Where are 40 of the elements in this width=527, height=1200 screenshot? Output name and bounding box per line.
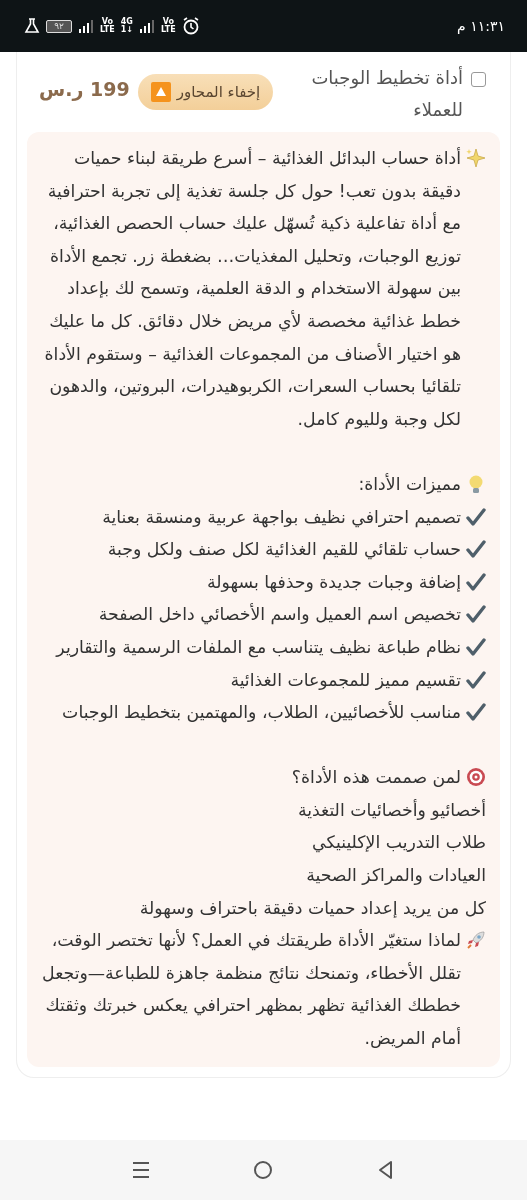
closing-paragraph: لماذا ستغيّر الأداة طريقتك في العمل؟ لأنها تختصر الوقت، تقلل الأخطاء، وتمنحك نتائج منظمة جاهزة للطباعة—وتجعل خططك الغذائية تظهر بمظهر احترافي يعكس خبرتك وثقتك أمام المريض. xyxy=(41,928,461,1051)
check-mark-icon xyxy=(466,702,486,723)
audience-item: العيادات والمراكز الصحية xyxy=(306,864,486,888)
audience-item: كل من يريد إعداد حميات دقيقة باحتراف وسهولة xyxy=(139,896,486,921)
product-name: أداة تخطيط الوجبات للعملاء xyxy=(310,65,463,122)
sparkles-icon xyxy=(466,148,486,168)
description-paragraph: أداة حساب البدائل الغذائية – أسرع طريقة لبناء حميات دقيقة بدون تعب! حول كل جلسة تغذية إلى تجربة احترافية مع أداة تفاعلية ذكية تُسهّل عليك حساب الحصص الغذائية، توزيع الوجبات، وتحليل المغذيات… بضغطة زر. تجمع الأداة بين سهولة الاستخدام و الدقة العلمية، وتسمح لك بإعداد خطط غذائية مخصصة لأي مريض خلال دقائق. كل ما عليك هو اختيار الأصناف من المجموعات الغذائية – وستقوم الأداة تلقائيا بحساب السعرات، الكربوهيدرات، البروتين، والدهون لكل وجبة ولليوم كامل. xyxy=(43,146,461,431)
clock-time: ١١:٣١ م xyxy=(457,18,505,34)
product-price: 199 ر.س xyxy=(39,78,130,100)
rocket-icon xyxy=(466,930,486,951)
network-type-label: 4G 1↓ xyxy=(120,18,133,34)
flask-icon xyxy=(24,18,40,34)
alarm-icon xyxy=(181,17,200,35)
audience-item: أخصائيو وأخصائيات التغذية xyxy=(297,798,486,822)
battery-icon: ٩٢ xyxy=(46,19,72,33)
circle-icon xyxy=(253,1160,274,1180)
check-mark-icon xyxy=(466,506,486,527)
volte-label: Vo LTE xyxy=(161,18,176,34)
feature-item: تخصيص اسم العميل واسم الأخصائي داخل الصفحة xyxy=(98,602,461,627)
target-icon xyxy=(466,767,486,788)
check-mark-icon xyxy=(466,571,486,592)
section-heading: مميزات الأداة: xyxy=(358,472,461,496)
feature-item: نظام طباعة نظيف يتناسب مع الملفات الرسمية والتقارير xyxy=(56,635,461,660)
feature-item: مناسب للأخصائيين، الطلاب، والمهتمين بتخطيط الوجبات xyxy=(62,700,461,725)
feature-item: تصميم احترافي نظيف بواجهة عربية ومنسقة بعناية xyxy=(102,505,461,530)
feature-item: حساب تلقائي للقيم الغذائية لكل صنف ولكل وجبة xyxy=(107,538,461,562)
check-mark-icon xyxy=(466,669,486,690)
checkbox[interactable] xyxy=(471,72,486,87)
feature-item: تقسيم مميز للمجموعات الغذائية xyxy=(230,668,461,693)
check-mark-icon xyxy=(466,539,486,560)
signal-icon xyxy=(78,19,94,33)
check-mark-icon xyxy=(466,636,486,657)
section-heading: لمن صممت هذه الأداة؟ xyxy=(291,765,461,790)
check-mark-icon xyxy=(466,604,486,625)
menu-icon xyxy=(131,1160,152,1180)
feature-item: إضافة وجبات جديدة وحذفها بسهولة xyxy=(207,570,461,595)
signal-icon xyxy=(139,19,155,33)
volte-label: Vo LTE xyxy=(100,18,115,34)
hide-options-button[interactable]: إخفاء المحاور xyxy=(137,74,274,110)
audience-item: طلاب التدريب الإكلينيكي xyxy=(312,831,486,855)
